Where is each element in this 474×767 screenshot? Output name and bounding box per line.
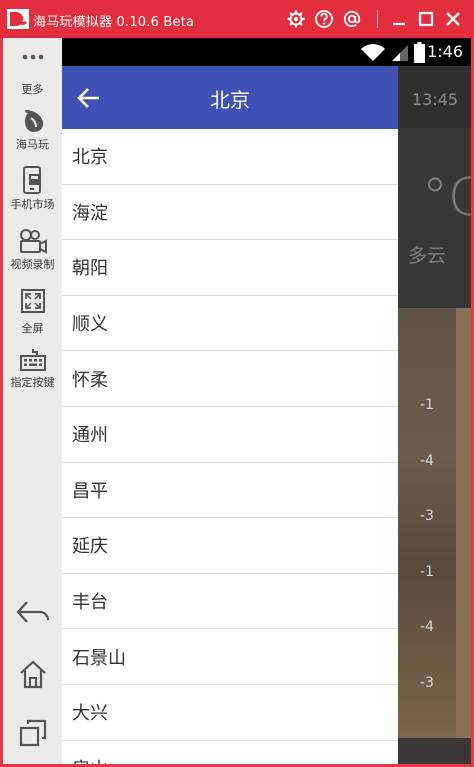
signal-icon <box>392 45 408 61</box>
sidebar-item-label: 指定按键 <box>10 376 55 389</box>
keyboard-icon <box>19 349 46 371</box>
fullscreen-icon <box>20 289 45 313</box>
background-photo-edge <box>456 308 471 738</box>
forecast-value: -4 <box>420 453 434 469</box>
sidebar-item-more[interactable]: 更多 <box>3 50 62 97</box>
android-home-button[interactable] <box>3 658 62 690</box>
home-icon <box>19 660 46 689</box>
back-icon <box>16 601 49 623</box>
district-drawer: 北京 北京 海淀 朝阳 顺义 怀柔 通州 昌平 延庆 丰台 石景山 大兴 房山 <box>62 66 398 764</box>
drawer-app-bar: 北京 <box>62 66 398 129</box>
forecast-value: -1 <box>420 564 434 580</box>
titlebar-separator <box>377 10 378 28</box>
status-clock: 1:46 <box>427 42 463 61</box>
sidebar-item-label: 视频录制 <box>10 258 55 271</box>
battery-icon <box>414 42 425 63</box>
minimize-icon[interactable] <box>389 9 409 29</box>
list-item[interactable]: 延庆 <box>62 518 398 574</box>
window-title: 海马玩模拟器 0.10.6 Beta <box>33 15 195 30</box>
forecast-value: -1 <box>420 397 434 413</box>
forecast-value: -3 <box>420 675 434 691</box>
sidebar-item-label: 海马玩 <box>16 138 49 151</box>
wifi-icon <box>361 44 385 61</box>
forecast-value: -4 <box>420 619 434 635</box>
maximize-icon[interactable] <box>416 9 436 29</box>
list-item[interactable]: 通州 <box>62 407 398 463</box>
district-list: 北京 海淀 朝阳 顺义 怀柔 通州 昌平 延庆 丰台 石景山 大兴 房山 <box>62 129 398 764</box>
list-item[interactable]: 房山 <box>62 741 398 764</box>
close-icon[interactable] <box>443 9 463 29</box>
more-dots-icon <box>22 54 43 60</box>
help-icon[interactable] <box>314 9 334 29</box>
list-item[interactable]: 怀柔 <box>62 351 398 407</box>
list-item[interactable]: 昌平 <box>62 463 398 519</box>
sidebar-item-key-mapping[interactable]: 指定按键 <box>3 348 62 390</box>
haimawan-logo-icon <box>24 110 43 132</box>
android-recent-apps-button[interactable] <box>3 718 62 748</box>
gear-icon[interactable] <box>286 9 306 29</box>
emulator-titlebar: 海马玩模拟器 0.10.6 Beta <box>0 0 474 38</box>
android-status-bar: 1:46 <box>62 38 471 66</box>
list-item[interactable]: 北京 <box>62 129 398 185</box>
list-item[interactable]: 丰台 <box>62 574 398 630</box>
sidebar-item-label: 更多 <box>21 83 44 96</box>
at-icon[interactable] <box>342 9 362 29</box>
android-back-button[interactable] <box>3 598 62 628</box>
sidebar-item-haimawan[interactable]: 海马玩 <box>3 106 62 152</box>
app-logo-icon <box>7 9 29 29</box>
drawer-title: 北京 <box>210 88 250 112</box>
list-item[interactable]: 顺义 <box>62 296 398 352</box>
sidebar-item-phone-market[interactable]: 手机市场 <box>3 166 62 212</box>
list-item[interactable]: 大兴 <box>62 685 398 741</box>
background-temperature: °C <box>422 168 471 228</box>
video-camera-icon <box>19 229 47 254</box>
background-condition: 多云 <box>408 245 447 267</box>
background-time: 13:45 <box>412 90 459 109</box>
recent-apps-icon <box>19 719 46 747</box>
emulator-sidebar: 更多 海马玩 手机市场 视频录制 全屏 指定按键 <box>3 38 62 764</box>
sidebar-item-video-record[interactable]: 视频录制 <box>3 228 62 272</box>
sidebar-item-label: 手机市场 <box>10 198 55 211</box>
sidebar-item-label: 全屏 <box>21 322 44 335</box>
list-item[interactable]: 海淀 <box>62 185 398 241</box>
list-item[interactable]: 石景山 <box>62 629 398 685</box>
phone-market-icon <box>22 166 41 194</box>
android-screen: 1:46 13:45 °C 多云 -1 -4 -3 -1 -4 -3 北京 北京… <box>62 38 471 764</box>
list-item[interactable]: 朝阳 <box>62 240 398 296</box>
forecast-value: -3 <box>420 508 434 524</box>
sidebar-item-fullscreen[interactable]: 全屏 <box>3 288 62 336</box>
